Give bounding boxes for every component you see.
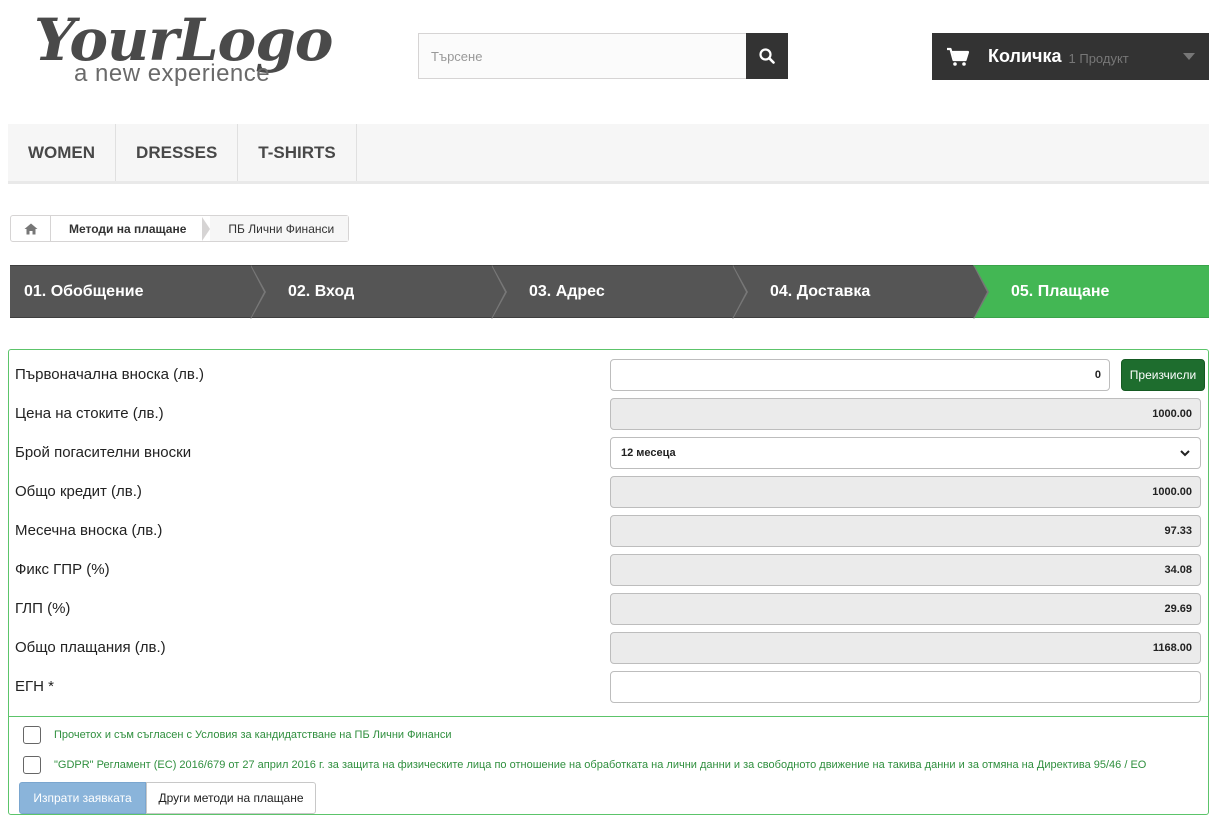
step-label: 05. Плащане [1011, 282, 1110, 300]
search-input[interactable] [418, 33, 746, 79]
down-payment-input[interactable]: 0 [610, 359, 1110, 391]
field-label: Брой погасителни вноски [15, 444, 192, 461]
terms-consent-row: Прочетох и съм съгласен с Условия за кан… [23, 726, 452, 744]
terms-checkbox[interactable] [23, 726, 41, 744]
form-row-down-payment: Първоначална вноска (лв.) 0 Преизчисли [9, 359, 1208, 391]
menu-item-tshirts[interactable]: T-SHIRTS [238, 124, 357, 181]
terms-text[interactable]: Прочетох и съм съгласен с Условия за кан… [54, 729, 452, 741]
recalculate-button[interactable]: Преизчисли [1121, 359, 1205, 391]
form-divider [9, 716, 1208, 717]
step-summary[interactable]: 01. Обобщение [10, 265, 266, 319]
step-divider [732, 265, 746, 319]
step-label: 04. Доставка [770, 282, 871, 300]
installments-value: 12 месеца [621, 447, 676, 459]
field-label: Фикс ГПР (%) [15, 561, 110, 578]
step-divider [491, 265, 505, 319]
top-menu: WOMEN DRESSES T-SHIRTS [8, 124, 1209, 184]
form-row-installments: Брой погасителни вноски 12 месеца [9, 437, 1208, 469]
form-row-goods-price: Цена на стоките (лв.) 1000.00 [9, 398, 1208, 430]
step-label: 02. Вход [288, 282, 355, 300]
search-bar [418, 33, 788, 79]
breadcrumb-home[interactable] [11, 216, 51, 241]
checkout-steps: 01. Обобщение 02. Вход 03. Адрес 04. Дос… [10, 265, 1209, 319]
form-row-interest-rate: ГЛП (%) 29.69 [9, 593, 1208, 625]
cart-icon [947, 47, 970, 66]
field-label: ГЛП (%) [15, 600, 71, 617]
logo[interactable]: YourLogo a new experience [30, 6, 333, 96]
total-payments-field: 1168.00 [610, 632, 1201, 664]
field-label: Цена на стоките (лв.) [15, 405, 164, 422]
goods-price-field: 1000.00 [610, 398, 1201, 430]
egn-input[interactable] [610, 671, 1201, 703]
breadcrumb-payment-methods[interactable]: Методи на плащане [51, 216, 202, 241]
form-row-monthly-payment: Месечна вноска (лв.) 97.33 [9, 515, 1208, 547]
step-label: 01. Обобщение [24, 282, 144, 300]
step-login[interactable]: 02. Вход [250, 265, 507, 319]
field-label: Общо кредит (лв.) [15, 483, 142, 500]
other-payment-methods-button[interactable]: Други методи на плащане [146, 782, 316, 814]
step-divider [973, 265, 987, 319]
submit-application-button[interactable]: Изпрати заявката [19, 782, 146, 814]
breadcrumb-current: ПБ Лични Финанси [210, 216, 349, 241]
home-icon [24, 223, 37, 234]
step-divider [250, 265, 264, 319]
menu-item-dresses[interactable]: DRESSES [116, 124, 239, 181]
cart-quantity: 1 Продукт [1068, 50, 1129, 66]
step-shipping[interactable]: 04. Доставка [732, 265, 989, 319]
field-label: Месечна вноска (лв.) [15, 522, 163, 539]
apr-field: 34.08 [610, 554, 1201, 586]
field-label: Общо плащания (лв.) [15, 639, 166, 656]
breadcrumb-separator [202, 216, 211, 241]
step-address[interactable]: 03. Адрес [491, 265, 748, 319]
gdpr-text[interactable]: "GDPR" Регламент (ЕС) 2016/679 от 27 апр… [54, 759, 1146, 771]
logo-tagline: a new experience [74, 60, 271, 87]
field-label: Първоначална вноска (лв.) [15, 366, 205, 383]
form-row-total-credit: Общо кредит (лв.) 1000.00 [9, 476, 1208, 508]
total-credit-field: 1000.00 [610, 476, 1201, 508]
form-row-egn: ЕГН * [9, 671, 1208, 703]
search-icon [759, 48, 775, 64]
monthly-payment-field: 97.33 [610, 515, 1201, 547]
field-label: ЕГН * [15, 678, 54, 695]
chevron-down-icon [1180, 449, 1190, 456]
cart-button[interactable]: Количка 1 Продукт [932, 33, 1209, 80]
installments-select[interactable]: 12 месеца [610, 437, 1201, 469]
step-label: 03. Адрес [529, 282, 605, 300]
cart-label: Количка [988, 46, 1062, 66]
financing-form: Първоначална вноска (лв.) 0 Преизчисли Ц… [8, 349, 1209, 815]
interest-rate-field: 29.69 [610, 593, 1201, 625]
gdpr-checkbox[interactable] [23, 756, 41, 774]
menu-item-women[interactable]: WOMEN [8, 124, 117, 181]
form-row-apr: Фикс ГПР (%) 34.08 [9, 554, 1208, 586]
gdpr-consent-row: "GDPR" Регламент (ЕС) 2016/679 от 27 апр… [23, 756, 1146, 774]
form-row-total-payments: Общо плащания (лв.) 1168.00 [9, 632, 1208, 664]
search-button[interactable] [746, 33, 788, 79]
breadcrumb: Методи на плащане ПБ Лични Финанси [10, 215, 350, 242]
step-payment[interactable]: 05. Плащане [973, 265, 1209, 318]
chevron-down-icon[interactable] [1183, 53, 1195, 60]
